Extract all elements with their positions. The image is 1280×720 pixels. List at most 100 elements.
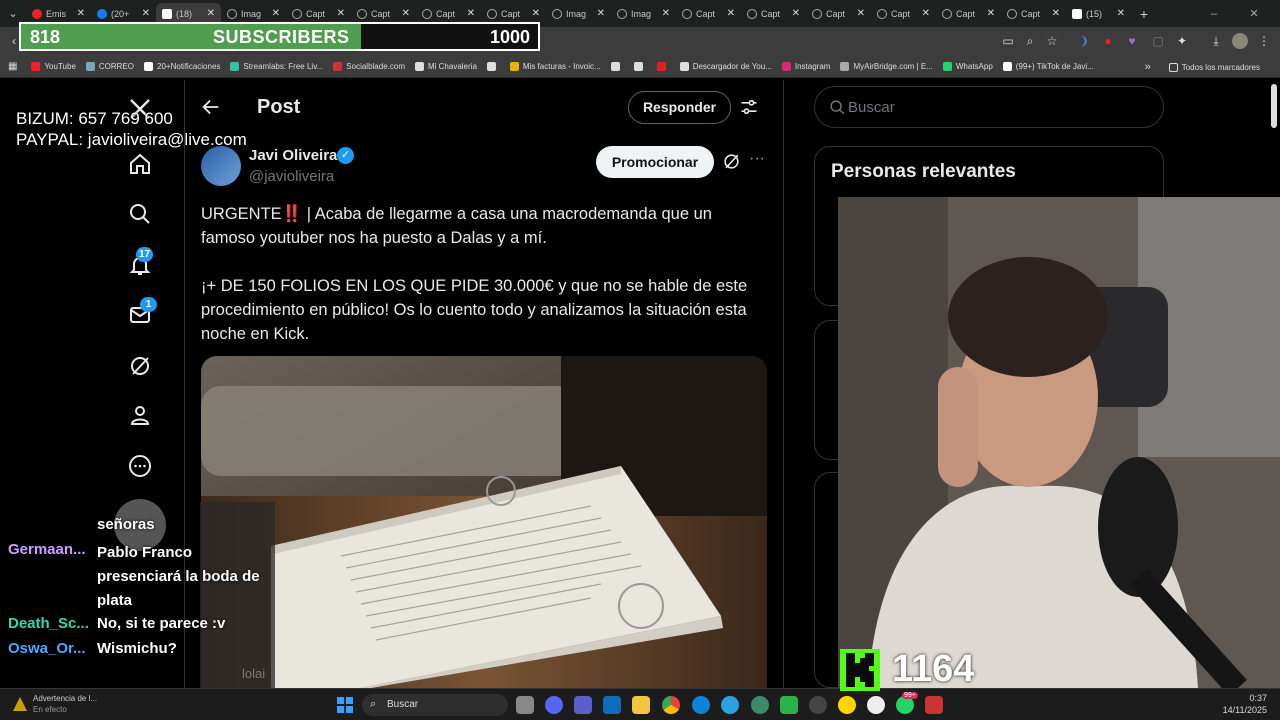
- warning-title[interactable]: Advertencia de l...: [33, 694, 97, 703]
- teams-icon[interactable]: [574, 696, 592, 714]
- tab-title: (15): [1086, 8, 1103, 19]
- browser-tab[interactable]: Capt ✕: [676, 3, 741, 25]
- bookmarks-more-button[interactable]: »: [1145, 61, 1151, 73]
- browser-tab[interactable]: Capt ✕: [1001, 3, 1066, 25]
- scrollbar-thumb[interactable]: [1271, 84, 1277, 128]
- close-tab-icon[interactable]: ✕: [857, 8, 865, 19]
- bookmark-item[interactable]: [633, 62, 647, 71]
- close-tab-icon[interactable]: ✕: [597, 8, 605, 19]
- close-tab-icon[interactable]: ✕: [207, 8, 215, 19]
- chrome-icon[interactable]: [662, 696, 680, 714]
- close-tab-icon[interactable]: ✕: [272, 8, 280, 19]
- search-input[interactable]: Buscar: [814, 86, 1164, 128]
- promote-button[interactable]: Promocionar: [596, 146, 714, 178]
- edge-icon[interactable]: [692, 696, 710, 714]
- clock-time[interactable]: 0:37: [1235, 693, 1267, 703]
- discord-icon[interactable]: [545, 696, 563, 714]
- bookmark-item[interactable]: 20+Notificaciones: [144, 62, 220, 71]
- close-tab-icon[interactable]: ✕: [727, 8, 735, 19]
- bookmark-item[interactable]: Socialblade.com: [333, 62, 405, 71]
- globe-icon: [617, 8, 627, 19]
- close-tab-icon[interactable]: ✕: [662, 8, 670, 19]
- close-tab-icon[interactable]: ✕: [337, 8, 345, 19]
- filter-sliders-icon[interactable]: [739, 97, 759, 122]
- extensions-puzzle-icon[interactable]: ✦: [1174, 33, 1190, 49]
- chat-message: Wismichu?: [97, 640, 177, 657]
- extension-gray-icon[interactable]: ▢: [1150, 33, 1166, 49]
- extension-icon[interactable]: ❩: [1076, 33, 1092, 49]
- close-tab-icon[interactable]: ✕: [142, 8, 150, 19]
- home-icon[interactable]: [126, 150, 154, 178]
- bookmark-item[interactable]: Instagram: [781, 62, 830, 71]
- globe-icon: [747, 8, 757, 19]
- bookmark-item[interactable]: (99+) TikTok de Javi...: [1002, 62, 1094, 71]
- bookmark-item[interactable]: YouTube: [31, 62, 76, 71]
- close-tab-icon[interactable]: ✕: [1117, 8, 1125, 19]
- browser-tab[interactable]: Imag ✕: [611, 3, 676, 25]
- bookmark-item[interactable]: Mis facturas - Invoic...: [509, 62, 601, 71]
- more-dots-icon[interactable]: ···: [749, 150, 765, 168]
- bookmark-item[interactable]: [656, 62, 670, 71]
- windows-start-icon[interactable]: [337, 697, 353, 713]
- tab-title: Capt: [891, 8, 911, 19]
- grok-explain-icon[interactable]: [722, 152, 741, 176]
- screen-cast-icon[interactable]: ▭: [1000, 33, 1016, 49]
- taskbar-search-input[interactable]: ⌕ Buscar: [362, 694, 508, 716]
- close-tab-icon[interactable]: ✕: [922, 8, 930, 19]
- close-tab-icon[interactable]: ✕: [402, 8, 410, 19]
- bookmark-item[interactable]: Streamlabs: Free Liv...: [230, 62, 323, 71]
- extension-purple-icon[interactable]: ♥: [1124, 33, 1140, 49]
- bookmark-item[interactable]: Mi Chavaleria: [414, 62, 477, 71]
- browser-tab[interactable]: (15) ✕: [1066, 3, 1131, 25]
- bookmark-item[interactable]: [610, 62, 624, 71]
- close-tab-icon[interactable]: ✕: [532, 8, 540, 19]
- task-view-icon[interactable]: [516, 696, 534, 714]
- close-tab-icon[interactable]: ✕: [77, 8, 85, 19]
- outlook-icon[interactable]: [603, 696, 621, 714]
- app-white-icon[interactable]: [867, 696, 885, 714]
- all-bookmarks-button[interactable]: Todos los marcadores: [1168, 62, 1260, 72]
- explore-search-icon[interactable]: [126, 200, 154, 228]
- bookmark-star-icon[interactable]: ☆: [1044, 33, 1060, 49]
- minimize-button[interactable]: –: [1194, 0, 1234, 27]
- camtasia-icon[interactable]: [780, 696, 798, 714]
- extension-red-icon[interactable]: ●: [1100, 33, 1116, 49]
- obs-icon[interactable]: [809, 696, 827, 714]
- close-window-button[interactable]: ✕: [1234, 0, 1274, 27]
- new-tab-button[interactable]: +: [1131, 3, 1157, 25]
- app-red-icon[interactable]: [925, 696, 943, 714]
- more-options-icon[interactable]: [126, 452, 154, 480]
- menu-dots-icon[interactable]: ⋮: [1256, 33, 1272, 49]
- globe-app-icon[interactable]: [751, 696, 769, 714]
- bookmark-item[interactable]: CORREO: [85, 62, 134, 71]
- author-name[interactable]: Javi Oliveira: [249, 147, 337, 164]
- browser-tab[interactable]: Imag ✕: [546, 3, 611, 25]
- apps-grid-icon[interactable]: ▦: [8, 61, 17, 72]
- bookmark-item[interactable]: [486, 62, 500, 71]
- browser-tab[interactable]: Capt ✕: [806, 3, 871, 25]
- file-explorer-icon[interactable]: [632, 696, 650, 714]
- download-icon[interactable]: ⤓: [1208, 33, 1224, 49]
- app-yellow-icon[interactable]: [838, 696, 856, 714]
- close-tab-icon[interactable]: ✕: [792, 8, 800, 19]
- bookmark-item[interactable]: WhatsApp: [942, 62, 993, 71]
- close-tab-icon[interactable]: ✕: [987, 8, 995, 19]
- browser-tab[interactable]: Capt ✕: [741, 3, 806, 25]
- clock-date[interactable]: 14/11/2025: [1215, 705, 1267, 715]
- browser-tab[interactable]: Capt ✕: [871, 3, 936, 25]
- author-handle[interactable]: @javioliveira: [249, 168, 334, 185]
- close-tab-icon[interactable]: ✕: [1052, 8, 1060, 19]
- bookmark-item[interactable]: MyAirBridge.com | E...: [840, 62, 933, 71]
- telegram-icon[interactable]: [721, 696, 739, 714]
- close-tab-icon[interactable]: ✕: [467, 8, 475, 19]
- bookmark-favicon-icon: [1002, 62, 1012, 71]
- grok-icon[interactable]: [126, 352, 154, 380]
- browser-tab[interactable]: Capt ✕: [936, 3, 1001, 25]
- reply-button[interactable]: Responder: [628, 91, 731, 124]
- bookmark-item[interactable]: Descargador de You...: [679, 62, 772, 71]
- profile-avatar[interactable]: [1232, 33, 1248, 49]
- profile-icon[interactable]: [126, 401, 154, 429]
- zoom-icon[interactable]: ⌕: [1022, 33, 1038, 49]
- author-avatar[interactable]: [201, 146, 241, 186]
- post-image[interactable]: [201, 356, 767, 688]
